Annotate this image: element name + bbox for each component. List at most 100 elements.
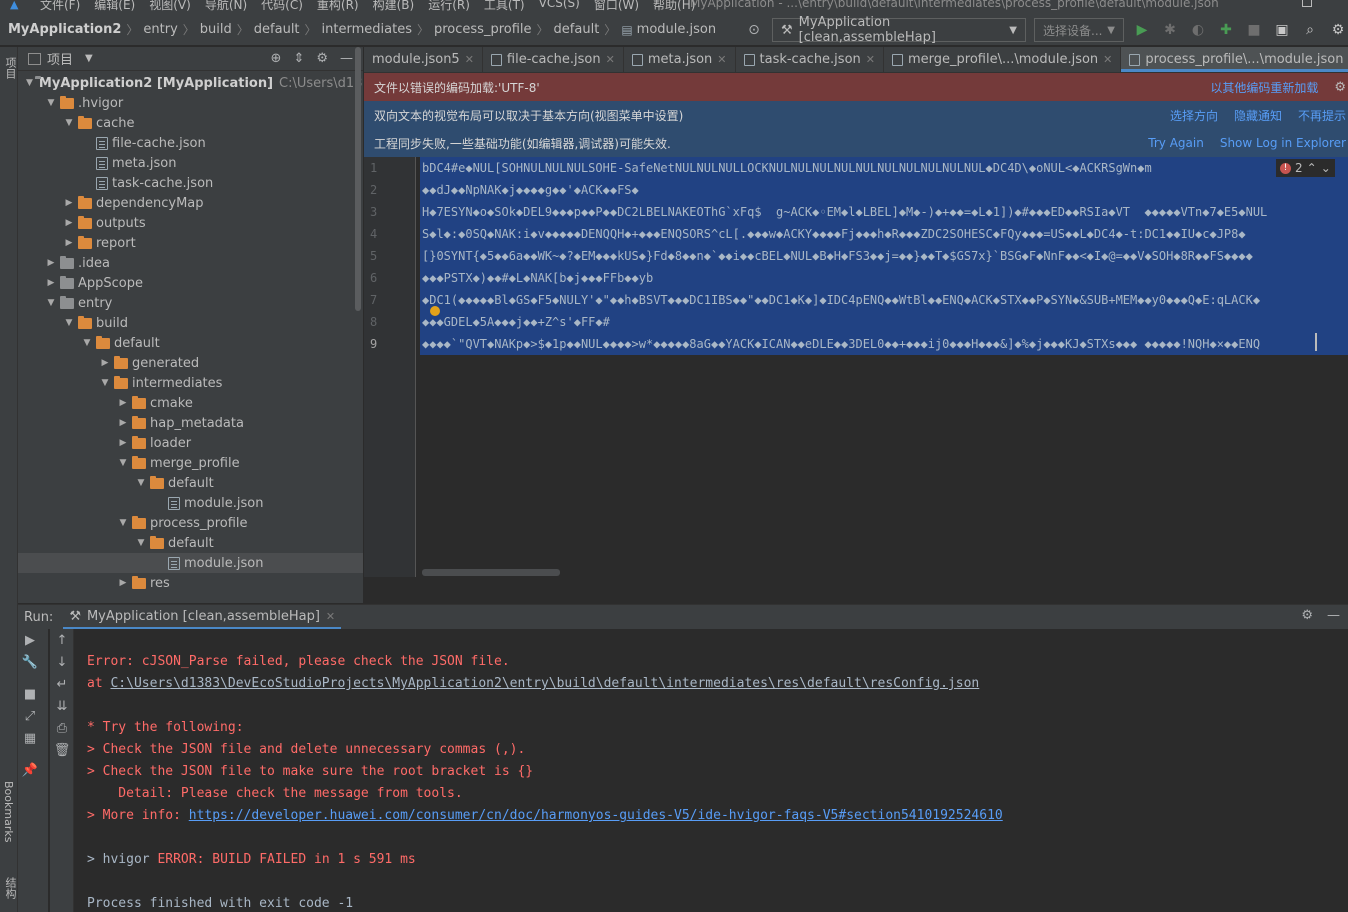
collapsed-arrow-icon[interactable]: ▶ xyxy=(62,198,76,208)
breadcrumb-item[interactable]: process_profile xyxy=(434,22,532,37)
code-line[interactable]: H◆7ESYN◆o◆SOk◆DEL9◆◆◆p◆◆P◆◆DC2LBELNAKEOT… xyxy=(420,201,1348,223)
breadcrumb-item[interactable]: intermediates xyxy=(322,22,412,37)
breadcrumb-item[interactable]: build xyxy=(200,22,232,37)
run-tab[interactable]: ⚒ MyApplication [clean,assembleHap] ✕ xyxy=(63,605,342,629)
hide-panel-icon[interactable]: — xyxy=(1327,608,1340,623)
pin-tab-icon[interactable]: 📌 xyxy=(18,759,42,781)
try-again-link[interactable]: Try Again xyxy=(1148,136,1204,150)
tree-item[interactable]: ▶ hap_metadata xyxy=(18,413,363,433)
search-icon[interactable]: ⌕ xyxy=(1300,19,1320,41)
reload-encoding-link[interactable]: 以其他编码重新加载 xyxy=(1210,79,1318,96)
inspection-widget[interactable]: ! 2 ⌃ ⌄ xyxy=(1276,159,1335,177)
code-area[interactable]: 1 2 3 4 5 6 7 8 9 bDC4#e◆NUL[SOHNULNULNULSOHE-Sa… xyxy=(364,157,1348,577)
tree-item[interactable]: file-cache.json xyxy=(18,133,363,153)
tree-item[interactable]: ▶ .idea xyxy=(18,253,363,273)
edit-config-icon[interactable]: 🔧 xyxy=(18,651,42,673)
scroll-down-icon[interactable]: ↓ xyxy=(50,651,74,673)
more-info-link[interactable]: https://developer.huawei.com/consumer/cn… xyxy=(189,808,1003,823)
collapsed-arrow-icon[interactable]: ▶ xyxy=(116,418,130,428)
tree-item[interactable]: ▼ default xyxy=(18,473,363,493)
collapse-all-icon[interactable]: ⇕ xyxy=(293,51,304,66)
console-output[interactable]: Error: cJSON_Parse failed, please check … xyxy=(87,629,1348,912)
code-line[interactable]: ◆◆◆◆`"QVT◆NAKp◆>$◆1p◆◆NUL◆◆◆◆>w*◆◆◆◆◆8aG… xyxy=(420,333,1348,355)
collapsed-arrow-icon[interactable]: ▶ xyxy=(44,278,58,288)
menu-item[interactable]: 视图(V) xyxy=(149,0,191,13)
tree-item[interactable]: ▼ default xyxy=(18,533,363,553)
debug-icon[interactable]: ✱ xyxy=(1160,19,1180,41)
scroll-up-icon[interactable]: ↑ xyxy=(50,629,74,651)
chevron-up-icon[interactable]: ⌃ xyxy=(1307,161,1317,175)
file-path-link[interactable]: C:\Users\d1383\DevEcoStudioProjects\MyAp… xyxy=(110,676,979,691)
tree-item[interactable]: ▶ cmake xyxy=(18,393,363,413)
menu-item[interactable]: 工具(T) xyxy=(484,0,525,13)
maximize-window-icon[interactable] xyxy=(1302,0,1312,7)
code-line[interactable]: ◆◆dJ◆◆NpNAK◆j◆◆◆◆g◆◆'◆ACK◆◆FS◆ xyxy=(420,179,1348,201)
tree-item[interactable]: meta.json xyxy=(18,153,363,173)
editor-tab[interactable]: module.json5 ✕ xyxy=(364,47,483,72)
project-scrollbar[interactable] xyxy=(355,47,361,311)
tree-item[interactable]: ▼ cache xyxy=(18,113,363,133)
tree-item[interactable]: ▼ entry xyxy=(18,293,363,313)
profile-icon[interactable]: ◐ xyxy=(1188,19,1208,41)
menu-item[interactable]: 编辑(E) xyxy=(94,0,135,13)
scroll-to-end-icon[interactable]: ⇊ xyxy=(50,695,74,717)
editor-tab[interactable]: file-cache.json ✕ xyxy=(483,47,624,72)
project-tool-tab[interactable]: 项目 xyxy=(2,57,18,79)
tree-item[interactable]: ▶ AppScope xyxy=(18,273,363,293)
tree-item[interactable]: ▼ MyApplication2 [MyApplication] C:\Users\… xyxy=(18,73,363,93)
expanded-arrow-icon[interactable]: ▼ xyxy=(134,478,148,488)
code-line[interactable]: [}0SYNT{◆5◆◆6a◆◆WK~◆?◆EM◆◆◆kUS◆}Fd◆8◆◆n◆… xyxy=(420,245,1348,267)
editor-tab[interactable]: task-cache.json ✕ xyxy=(736,47,884,72)
tree-item[interactable]: ▼ intermediates xyxy=(18,373,363,393)
intention-bulb-icon[interactable] xyxy=(430,306,440,316)
tree-item[interactable]: module.json xyxy=(18,553,363,573)
close-icon[interactable]: ✕ xyxy=(465,53,474,66)
menu-item[interactable]: VCS(S) xyxy=(539,0,580,13)
device-select[interactable]: 选择设备... ▼ xyxy=(1034,18,1124,42)
tree-item[interactable]: ▶ report xyxy=(18,233,363,253)
run-configuration-select[interactable]: ⚒ MyApplication [clean,assembleHap] ▼ xyxy=(772,15,1026,45)
expanded-arrow-icon[interactable]: ▼ xyxy=(116,458,130,468)
expanded-arrow-icon[interactable]: ▼ xyxy=(62,118,76,128)
editor-tab[interactable]: meta.json ✕ xyxy=(624,47,736,72)
tree-item[interactable]: module.json xyxy=(18,493,363,513)
bookmarks-tool-tab[interactable]: Bookmarks xyxy=(2,781,15,842)
expanded-arrow-icon[interactable]: ▼ xyxy=(80,338,94,348)
tree-item[interactable]: ▼ build xyxy=(18,313,363,333)
hide-notice-link[interactable]: 隐藏通知 xyxy=(1234,107,1282,124)
menu-item[interactable]: 重构(R) xyxy=(317,0,359,13)
show-log-link[interactable]: Show Log in Explorer xyxy=(1220,136,1346,150)
tree-item[interactable]: ▶ res xyxy=(18,573,363,593)
expanded-arrow-icon[interactable]: ▼ xyxy=(98,378,112,388)
close-icon[interactable]: ✕ xyxy=(606,53,615,66)
close-icon[interactable]: ✕ xyxy=(717,53,726,66)
menu-item[interactable]: 构建(B) xyxy=(373,0,415,13)
build-target-icon[interactable]: ⊙ xyxy=(744,19,764,41)
chevron-down-icon[interactable]: ▼ xyxy=(85,53,93,64)
expanded-arrow-icon[interactable]: ▼ xyxy=(26,78,33,88)
tree-item[interactable]: ▶ generated xyxy=(18,353,363,373)
code-line[interactable]: ◆DC1(◆◆◆◆◆Bl◆GS◆F5◆NULY'◆"◆◆h◆BSVT◆◆◆DC1… xyxy=(420,289,1348,311)
run-settings-icon[interactable]: ⚙ xyxy=(1301,608,1313,623)
code-line[interactable]: bDC4#e◆NUL[SOHNULNULNULSOHE-SafeNetNULNU… xyxy=(420,157,1348,179)
expanded-arrow-icon[interactable]: ▼ xyxy=(116,518,130,528)
run-icon[interactable]: ▶ xyxy=(1132,19,1152,41)
clear-all-icon[interactable]: 🗑 xyxy=(50,739,74,761)
breadcrumb-item[interactable]: module.json xyxy=(637,22,716,37)
tree-item[interactable]: ▼ process_profile xyxy=(18,513,363,533)
menu-item[interactable]: 窗口(W) xyxy=(594,0,639,13)
code-lines[interactable]: bDC4#e◆NUL[SOHNULNULNULSOHE-SafeNetNULNU… xyxy=(420,157,1348,557)
chevron-down-icon[interactable]: ⌄ xyxy=(1321,161,1331,175)
tree-item[interactable]: ▼ .hvigor xyxy=(18,93,363,113)
rerun-icon[interactable]: ▶ xyxy=(18,629,42,651)
collapsed-arrow-icon[interactable]: ▶ xyxy=(116,578,130,588)
project-structure-icon[interactable]: ▣ xyxy=(1272,19,1292,41)
editor-tab[interactable]: merge_profile\...\module.json ✕ xyxy=(884,47,1122,72)
menu-item[interactable]: 代码(C) xyxy=(261,0,303,13)
breadcrumb-item[interactable]: entry xyxy=(143,22,177,37)
attach-debugger-icon[interactable]: ✚ xyxy=(1216,19,1236,41)
editor-tab[interactable]: process_profile\...\module.json✕ xyxy=(1121,47,1348,72)
menu-item[interactable]: 导航(N) xyxy=(205,0,247,13)
restore-layout-icon[interactable]: ⤢ xyxy=(18,705,42,727)
stop-icon[interactable]: ■ xyxy=(1244,19,1264,41)
